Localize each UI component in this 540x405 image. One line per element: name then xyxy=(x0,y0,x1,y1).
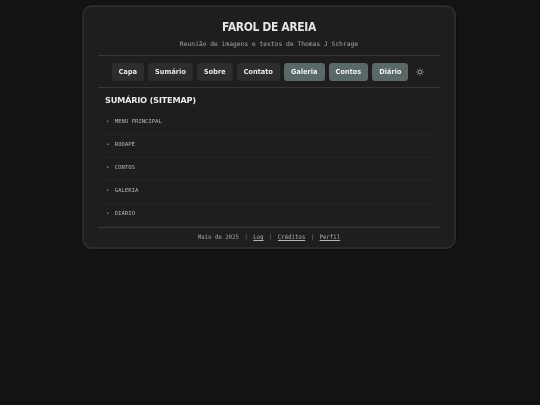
site-tagline: Reunião de imagens e textos de Thomas J … xyxy=(179,41,359,48)
nav-button-sobre[interactable]: Sobre xyxy=(196,63,233,81)
nav-button-diario[interactable]: Diário xyxy=(372,63,409,81)
sun-icon xyxy=(416,68,425,76)
footer-link-perfil[interactable]: Perfil xyxy=(320,235,341,241)
sitemap-item-contos[interactable]: • CONTOS xyxy=(104,158,436,181)
footer-separator: | xyxy=(310,235,315,241)
bullet-icon: • xyxy=(106,188,110,194)
sitemap-item-galeria[interactable]: • GALERIA xyxy=(104,181,436,204)
sitemap-item-menu-principal[interactable]: • MENU PRINCIPAL xyxy=(104,112,436,135)
bullet-icon: • xyxy=(106,142,110,148)
footer-date: Maio de 2025 xyxy=(197,235,239,241)
footer-link-log[interactable]: Log xyxy=(253,235,263,241)
header-divider xyxy=(98,55,440,56)
section-title: SUMÁRIO (SITEMAP) xyxy=(105,95,196,105)
theme-toggle-button[interactable] xyxy=(414,63,426,81)
sitemap-item-diario[interactable]: • DIÁRIO xyxy=(104,204,436,227)
sitemap-item-rodape[interactable]: • RODAPÉ xyxy=(104,135,436,158)
nav-button-contato[interactable]: Contato xyxy=(236,63,280,81)
nav-button-capa[interactable]: Capa xyxy=(111,63,145,81)
sitemap-list: • MENU PRINCIPAL • RODAPÉ • CONTOS • GAL… xyxy=(104,112,436,227)
footer-separator: | xyxy=(268,235,273,241)
bullet-icon: • xyxy=(106,165,110,171)
nav-divider xyxy=(98,87,440,88)
sitemap-item-label: CONTOS xyxy=(114,165,135,171)
bullet-icon: • xyxy=(106,211,110,217)
sitemap-item-label: GALERIA xyxy=(114,188,139,194)
nav-button-contos[interactable]: Contos xyxy=(328,63,369,81)
footer-divider xyxy=(98,227,440,228)
sitemap-item-label: RODAPÉ xyxy=(114,142,135,148)
main-card: FAROL DE AREIA Reunião de imagens e text… xyxy=(82,5,456,249)
footer-separator: | xyxy=(244,235,248,241)
nav-button-sumario[interactable]: Sumário xyxy=(148,63,193,81)
nav-button-galeria[interactable]: Galeria xyxy=(283,63,325,81)
footer-link-creditos[interactable]: Créditos xyxy=(278,235,305,241)
main-nav: Capa Sumário Sobre Contato Galeria Conto… xyxy=(84,63,454,81)
sitemap-item-label: DIÁRIO xyxy=(114,211,135,217)
footer: Maio de 2025 | Log | Créditos | Perfil xyxy=(84,235,454,241)
sitemap-item-label: MENU PRINCIPAL xyxy=(114,119,162,125)
bullet-icon: • xyxy=(106,119,110,125)
site-title: FAROL DE AREIA xyxy=(222,19,316,34)
